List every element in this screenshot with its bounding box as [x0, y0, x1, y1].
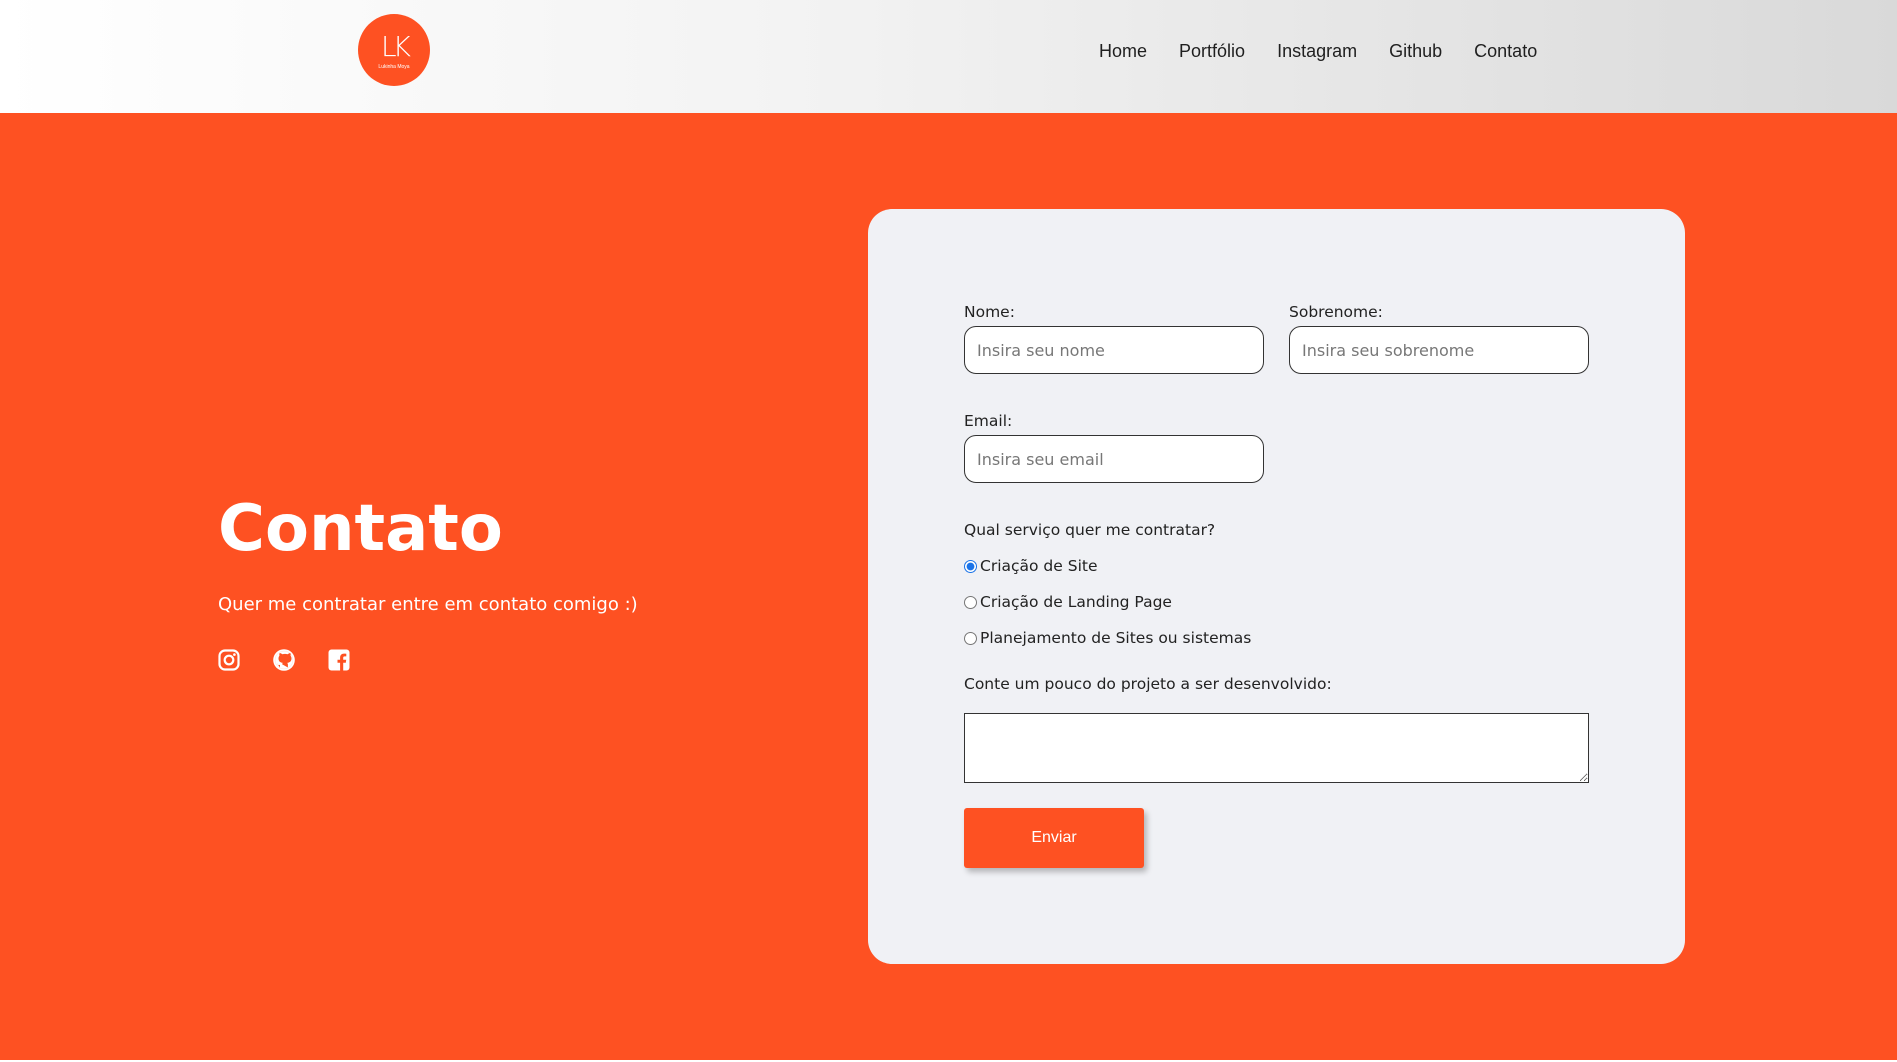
- github-icon[interactable]: [272, 648, 296, 672]
- nav-portfolio-link[interactable]: Portfólio: [1179, 40, 1245, 62]
- last-name-input[interactable]: [1289, 326, 1589, 374]
- first-name-input[interactable]: [964, 326, 1264, 374]
- service-radio-landing-page[interactable]: [964, 595, 977, 609]
- contact-form-card: Nome: Sobrenome: Email: Qual serviço que…: [868, 209, 1685, 964]
- service-option-planning[interactable]: Planejamento de Sites ou sistemas: [964, 628, 1251, 648]
- service-question: Qual serviço quer me contratar?: [964, 521, 1216, 539]
- service-option-label: Planejamento de Sites ou sistemas: [980, 629, 1252, 647]
- site-header: LK Lukinha Moya Home Portfólio Instagram…: [0, 0, 1897, 113]
- service-option-label: Criação de Landing Page: [980, 593, 1172, 611]
- submit-button[interactable]: Enviar: [964, 808, 1144, 868]
- service-radio-site[interactable]: [964, 559, 977, 573]
- main-nav: Home Portfólio Instagram Github Contato: [1099, 40, 1569, 62]
- service-option-label: Criação de Site: [980, 557, 1098, 575]
- social-links: [217, 648, 382, 672]
- nav-github-link[interactable]: Github: [1389, 40, 1442, 62]
- nav-home-link[interactable]: Home: [1099, 40, 1147, 62]
- email-label: Email:: [964, 412, 1013, 430]
- project-label: Conte um pouco do projeto a ser desenvol…: [964, 675, 1332, 693]
- nav-instagram-link[interactable]: Instagram: [1277, 40, 1357, 62]
- first-name-label: Nome:: [964, 303, 1015, 321]
- logo-text: Lukinha Moya: [378, 64, 410, 70]
- logo-mark: LK: [381, 30, 411, 63]
- instagram-icon[interactable]: [217, 648, 241, 672]
- facebook-icon[interactable]: [327, 648, 351, 672]
- service-option-landing-page[interactable]: Criação de Landing Page: [964, 592, 1172, 612]
- page-subtitle: Quer me contratar entre em contato comig…: [218, 594, 638, 615]
- logo[interactable]: LK Lukinha Moya: [358, 14, 430, 86]
- email-input[interactable]: [964, 435, 1264, 483]
- project-textarea[interactable]: [964, 713, 1589, 783]
- nav-contato-link[interactable]: Contato: [1474, 40, 1537, 62]
- service-radio-planning[interactable]: [964, 631, 977, 645]
- last-name-label: Sobrenome:: [1289, 303, 1383, 321]
- service-option-site[interactable]: Criação de Site: [964, 556, 1098, 576]
- page-title: Contato: [218, 492, 503, 566]
